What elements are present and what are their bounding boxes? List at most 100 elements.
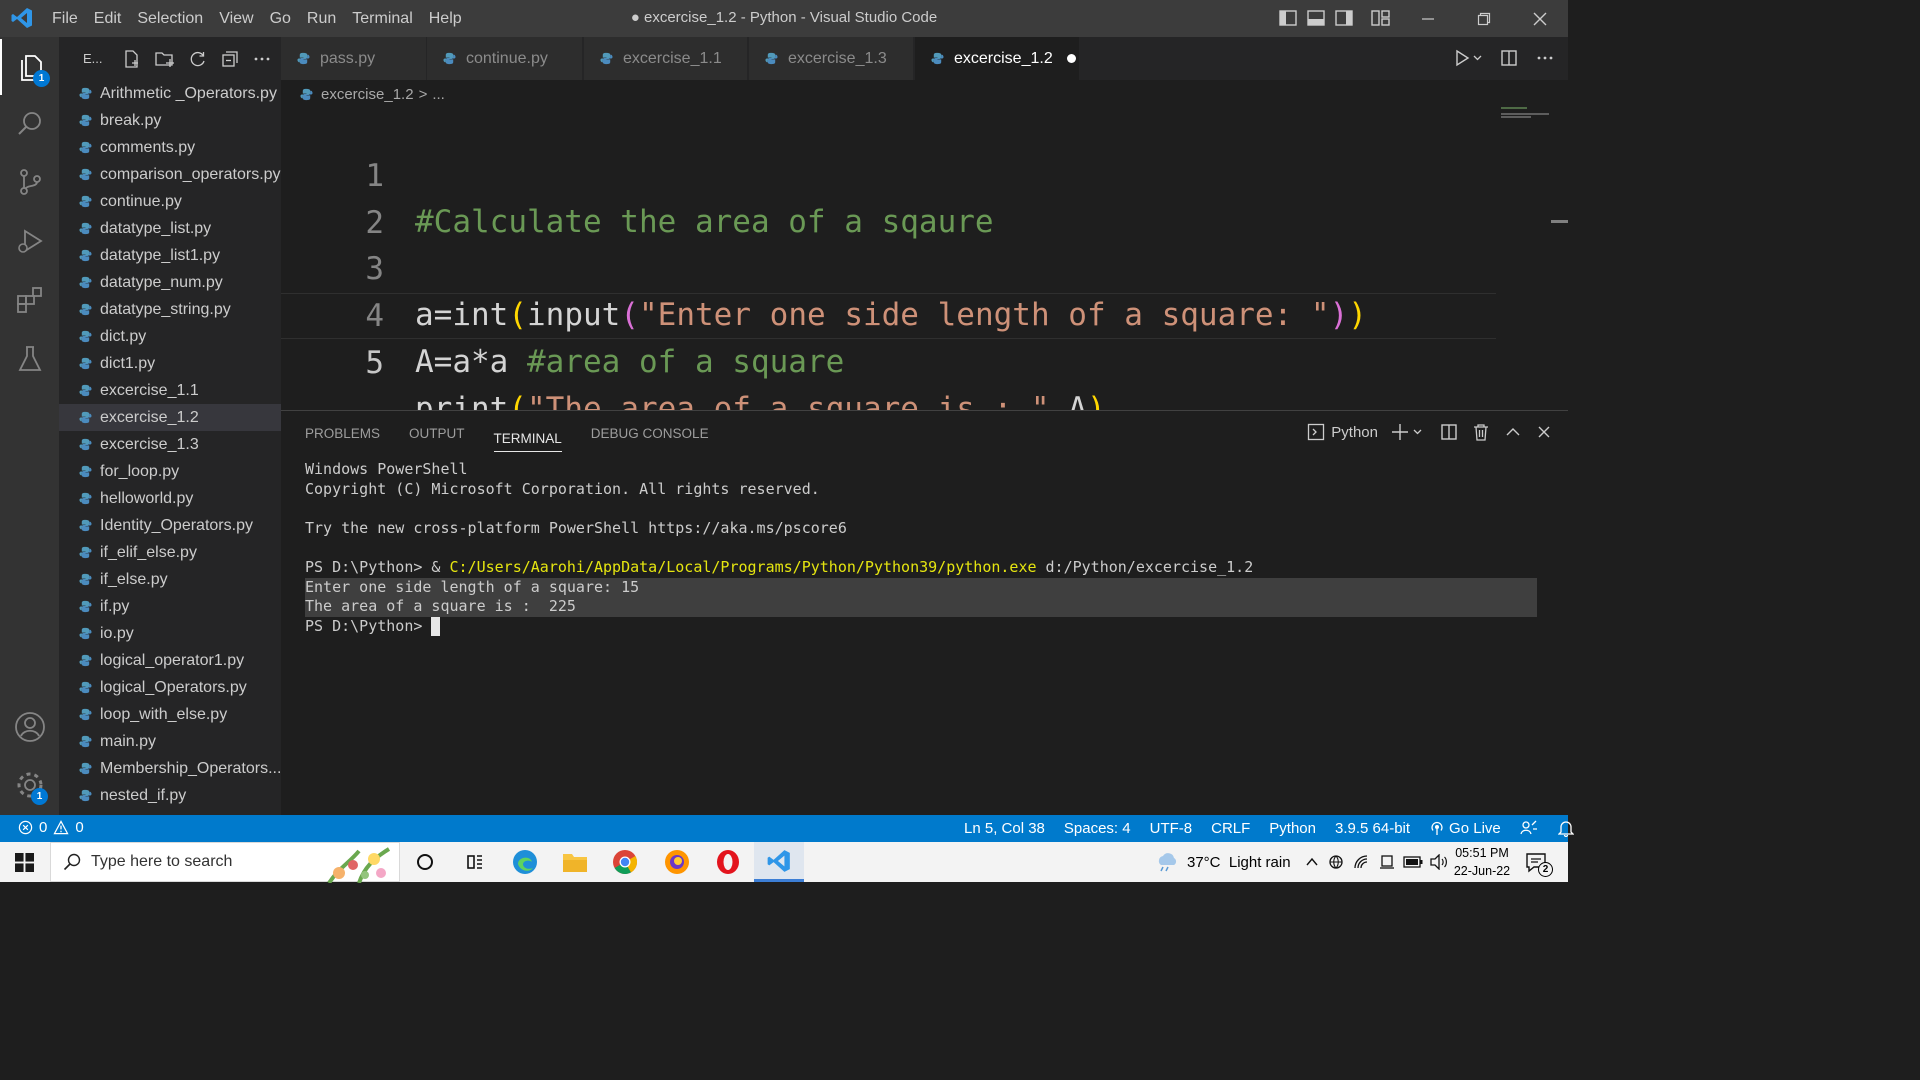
accounts-activity[interactable] xyxy=(0,699,59,755)
tab-debug-console[interactable]: DEBUG CONSOLE xyxy=(591,411,709,456)
code-line-5[interactable]: 5 print("The area of a square is : ",A) xyxy=(281,293,1496,427)
more-actions-icon[interactable] xyxy=(1536,49,1554,67)
file-tree-item[interactable]: nested_if.py xyxy=(59,782,281,809)
tab-continue[interactable]: continue.py xyxy=(427,37,583,80)
code-line-4[interactable]: 4 A=a*a #area of a square xyxy=(281,247,1496,380)
terminal-output[interactable]: Windows PowerShell Copyright (C) Microso… xyxy=(305,460,1537,636)
tab-excercise-1-3[interactable]: excercise_1.3 xyxy=(749,37,914,80)
file-tree-item[interactable]: datatype_num.py xyxy=(59,269,281,296)
file-tree-item[interactable]: datatype_list.py xyxy=(59,215,281,242)
taskbar-clock[interactable]: 05:51 PM 22-Jun-22 xyxy=(1452,844,1512,880)
cursor-position[interactable]: Ln 5, Col 38 xyxy=(964,820,1045,837)
minimize-button[interactable] xyxy=(1400,0,1456,37)
file-tree-item[interactable]: comparison_operators.py xyxy=(59,161,281,188)
file-tree-item[interactable]: dict.py xyxy=(59,323,281,350)
breadcrumb-symbols[interactable]: ... xyxy=(432,86,445,103)
chevron-up-icon[interactable] xyxy=(1305,855,1319,869)
taskbar-edge[interactable] xyxy=(500,842,550,882)
taskbar-cortana[interactable] xyxy=(400,842,450,882)
taskbar-opera[interactable] xyxy=(703,842,753,882)
more-actions-icon[interactable] xyxy=(253,50,271,68)
file-tree-item[interactable]: datatype_string.py xyxy=(59,296,281,323)
terminal-name[interactable]: Python xyxy=(1331,424,1378,441)
tab-excercise-1-1[interactable]: excercise_1.1 xyxy=(584,37,748,80)
file-tree-item[interactable]: logical_Operators.py xyxy=(59,674,281,701)
split-terminal-icon[interactable] xyxy=(1440,423,1458,441)
tab-excercise-1-2[interactable]: excercise_1.2 xyxy=(915,37,1080,80)
maximize-panel-icon[interactable] xyxy=(1504,423,1522,441)
tab-pass[interactable]: pass.py xyxy=(281,37,427,80)
menu-view[interactable]: View xyxy=(211,10,261,28)
file-tree-item[interactable]: main.py xyxy=(59,728,281,755)
tab-terminal[interactable]: TERMINAL xyxy=(493,416,562,452)
explorer-activity[interactable]: 1 xyxy=(0,39,59,95)
file-tree-item[interactable]: excercise_1.2 xyxy=(59,404,281,431)
close-window-button[interactable] xyxy=(1512,0,1568,37)
refresh-icon[interactable] xyxy=(189,50,207,68)
menu-selection[interactable]: Selection xyxy=(129,10,211,28)
weather-text[interactable]: 37°C Light rain xyxy=(1187,854,1291,871)
file-tree-item[interactable]: comments.py xyxy=(59,134,281,161)
menu-edit[interactable]: Edit xyxy=(86,10,130,28)
scrollbar-marker[interactable] xyxy=(1551,220,1568,223)
action-center[interactable]: 2 xyxy=(1516,842,1556,882)
trash-icon[interactable] xyxy=(1472,423,1490,441)
menu-run[interactable]: Run xyxy=(299,10,344,28)
code-line-1[interactable]: 1 #Calculate the area of a sqaure xyxy=(281,107,1496,240)
taskbar-file-explorer[interactable] xyxy=(550,842,600,882)
taskbar-app-firefox[interactable] xyxy=(652,842,702,882)
manage-activity[interactable]: 1 xyxy=(0,757,59,813)
taskbar-chrome[interactable] xyxy=(600,842,650,882)
file-tree-item[interactable]: continue.py xyxy=(59,188,281,215)
menu-file[interactable]: File xyxy=(44,10,86,28)
file-tree-item[interactable]: loop_with_else.py xyxy=(59,701,281,728)
file-tree-item[interactable]: Identity_Operators.py xyxy=(59,512,281,539)
problems-status[interactable]: 0 0 xyxy=(18,819,84,836)
split-editor-icon[interactable] xyxy=(1500,49,1518,67)
file-tree-item[interactable]: excercise_1.3 xyxy=(59,431,281,458)
file-tree-item[interactable]: if.py xyxy=(59,593,281,620)
file-tree-item[interactable]: logical_operator1.py xyxy=(59,647,281,674)
end-of-line[interactable]: CRLF xyxy=(1211,820,1250,837)
file-tree-item[interactable]: helloworld.py xyxy=(59,485,281,512)
code-editor[interactable]: 1 #Calculate the area of a sqaure 2 3 a=… xyxy=(281,104,1568,427)
menu-go[interactable]: Go xyxy=(262,10,299,28)
unsaved-dot-icon[interactable] xyxy=(1066,54,1076,63)
file-tree-item[interactable]: if_else.py xyxy=(59,566,281,593)
device-icon[interactable] xyxy=(1379,854,1395,870)
toggle-panel-icon[interactable] xyxy=(1306,8,1326,28)
restore-button[interactable] xyxy=(1456,0,1512,37)
vscode-logo-icon[interactable] xyxy=(10,6,34,30)
code-line-2[interactable]: 2 xyxy=(281,154,1496,241)
menu-help[interactable]: Help xyxy=(421,10,470,28)
file-tree-item[interactable]: if_elif_else.py xyxy=(59,539,281,566)
tab-problems[interactable]: PROBLEMS xyxy=(305,411,380,456)
file-tree-item[interactable]: Arithmetic _Operators.py xyxy=(59,80,281,107)
battery-icon[interactable] xyxy=(1402,855,1423,869)
close-panel-icon[interactable] xyxy=(1536,424,1552,440)
testing-activity[interactable] xyxy=(0,331,59,387)
file-tree-item[interactable]: break.py xyxy=(59,107,281,134)
code-line-3[interactable]: 3 a=int(input("Enter one side length of … xyxy=(281,200,1496,333)
file-tree-item[interactable]: excercise_1.1 xyxy=(59,377,281,404)
taskbar-task-view[interactable] xyxy=(450,842,500,882)
run-file-icon[interactable] xyxy=(1454,49,1482,67)
encoding[interactable]: UTF-8 xyxy=(1150,820,1193,837)
new-file-icon[interactable] xyxy=(123,49,141,68)
file-tree-item[interactable]: io.py xyxy=(59,620,281,647)
python-interpreter[interactable]: 3.9.5 64-bit xyxy=(1335,820,1410,837)
run-debug-activity[interactable] xyxy=(0,213,59,269)
file-tree-item[interactable]: dict1.py xyxy=(59,350,281,377)
volume-icon[interactable] xyxy=(1429,854,1449,870)
new-folder-icon[interactable] xyxy=(154,50,175,68)
minimap[interactable] xyxy=(1499,104,1551,410)
toggle-sidebar-icon[interactable] xyxy=(1278,8,1298,28)
indentation[interactable]: Spaces: 4 xyxy=(1064,820,1131,837)
collapse-all-icon[interactable] xyxy=(221,50,239,68)
toggle-secondary-sidebar-icon[interactable] xyxy=(1334,8,1354,28)
extensions-activity[interactable] xyxy=(0,272,59,328)
menu-terminal[interactable]: Terminal xyxy=(344,10,420,28)
notifications-bell-icon[interactable] xyxy=(1557,819,1574,837)
network-icon[interactable] xyxy=(1327,854,1345,870)
file-tree-item[interactable]: datatype_list1.py xyxy=(59,242,281,269)
